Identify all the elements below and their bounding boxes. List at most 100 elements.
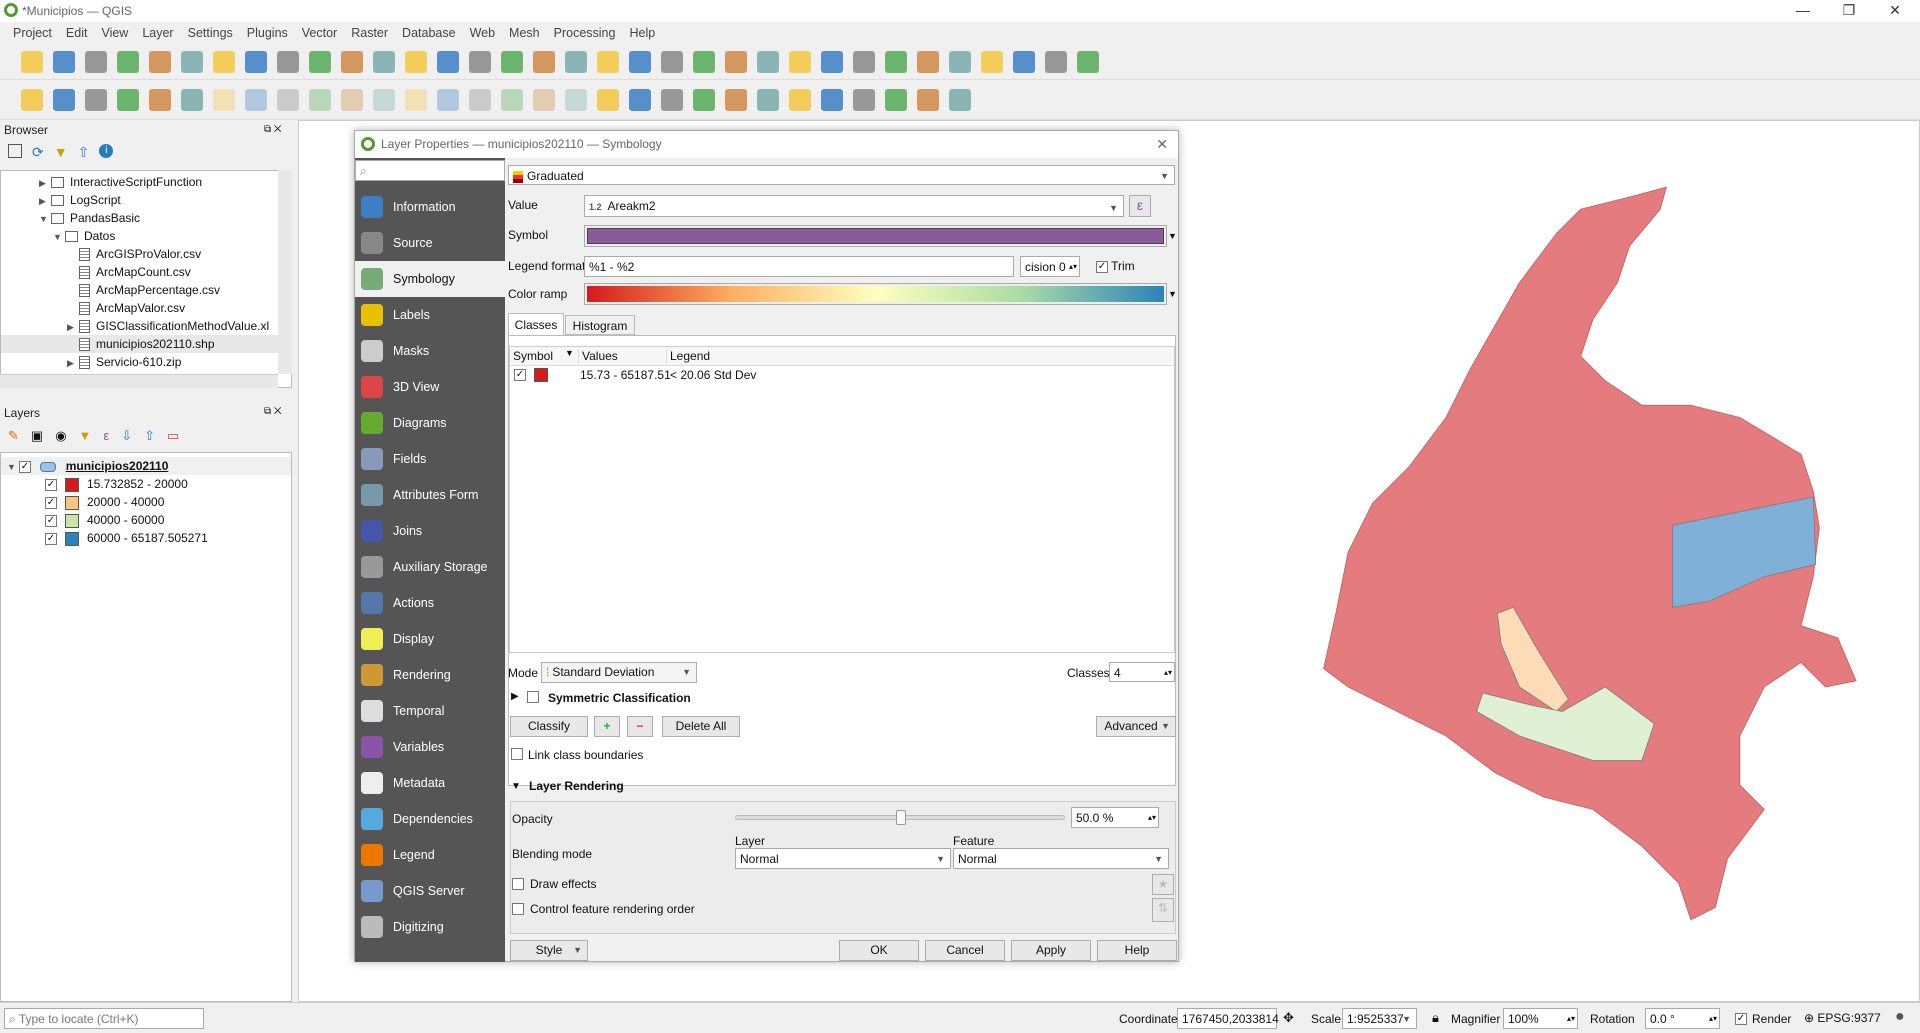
nav-variables[interactable]: Variables: [355, 729, 505, 765]
menu-web[interactable]: Web: [470, 26, 495, 40]
nav-actions[interactable]: Actions: [355, 585, 505, 621]
opacity-spinbox[interactable]: 50.0 % ▴▾: [1071, 807, 1159, 828]
panel-close-icon[interactable]: ⧉ ✕: [264, 124, 282, 135]
remove-layer-icon[interactable]: ▭: [167, 428, 179, 444]
class-visibility-checkbox[interactable]: ✓: [45, 496, 57, 509]
menu-layer[interactable]: Layer: [142, 26, 173, 40]
color-ramp-dropdown[interactable]: ▼: [1168, 283, 1177, 305]
zoom-next-icon[interactable]: [501, 50, 523, 73]
label-rotate-icon[interactable]: [789, 88, 811, 111]
precision-spinbox[interactable]: cision 0 ▴▾: [1020, 256, 1080, 277]
order-by-button[interactable]: ⇅: [1152, 898, 1174, 922]
layer-blend-select[interactable]: Normal ▼: [735, 848, 951, 869]
nav-legend[interactable]: Legend: [355, 837, 505, 873]
zoom-out-icon[interactable]: [309, 50, 331, 73]
renderer-select[interactable]: Graduated ▼: [508, 165, 1175, 185]
expand-all-icon[interactable]: ⇩: [121, 428, 132, 444]
zoom-full-icon[interactable]: [341, 50, 363, 73]
redo-icon[interactable]: [565, 88, 587, 111]
nav-metadata[interactable]: Metadata: [355, 765, 505, 801]
nav-symbology[interactable]: Symbology: [355, 261, 505, 297]
expand-arrow-icon[interactable]: ▼: [39, 210, 51, 228]
nav-digitizing[interactable]: Digitizing: [355, 909, 505, 945]
copy-icon[interactable]: [469, 88, 491, 111]
classify-button[interactable]: Classify: [510, 716, 588, 737]
zoom-to-layer-icon[interactable]: [405, 50, 427, 73]
show-bookmarks-icon[interactable]: [629, 50, 651, 73]
browser-item[interactable]: ▶ Servicio-610.zip: [1, 353, 279, 371]
python-icon[interactable]: [917, 88, 939, 111]
menu-help[interactable]: Help: [629, 26, 655, 40]
data-source-manager-icon[interactable]: [21, 88, 43, 111]
plugins-icon[interactable]: [1077, 50, 1099, 73]
expand-arrow-icon[interactable]: ▼: [53, 228, 65, 246]
maximize-button[interactable]: ❐: [1834, 2, 1864, 19]
opacity-slider-handle[interactable]: [896, 810, 906, 825]
label-tool-icon[interactable]: [597, 88, 619, 111]
select-location-icon[interactable]: [821, 50, 843, 73]
collapse-all-icon[interactable]: ⇧: [144, 428, 155, 444]
browser-item[interactable]: ArcGISProValor.csv: [1, 245, 279, 263]
add-class-button[interactable]: +: [594, 716, 620, 737]
label-move-icon[interactable]: [757, 88, 779, 111]
nav-temporal[interactable]: Temporal: [355, 693, 505, 729]
nav-joins[interactable]: Joins: [355, 513, 505, 549]
menu-project[interactable]: Project: [13, 26, 52, 40]
measure-icon[interactable]: [1013, 50, 1035, 73]
close-button[interactable]: ✕: [1880, 2, 1910, 19]
zoom-in-icon[interactable]: [277, 50, 299, 73]
cancel-button[interactable]: Cancel: [925, 940, 1005, 961]
render-checkbox[interactable]: ✓: [1735, 1013, 1747, 1025]
messages-icon[interactable]: ●: [1895, 1008, 1905, 1026]
layer-item[interactable]: ▼ ✓ municipios202110: [1, 457, 291, 475]
feature-blend-select[interactable]: Normal ▼: [953, 848, 1169, 869]
browser-item[interactable]: ▶ InteractiveScriptFunction: [1, 173, 279, 191]
new-virtual-icon[interactable]: [181, 88, 203, 111]
expand-arrow-icon[interactable]: ▶: [511, 691, 519, 702]
legend-class-item[interactable]: ✓ 60000 - 65187.505271: [45, 529, 208, 547]
menu-settings[interactable]: Settings: [188, 26, 233, 40]
browser-hscrollbar[interactable]: [0, 374, 278, 388]
color-ramp-button[interactable]: [584, 283, 1167, 305]
nav-diagrams[interactable]: Diagrams: [355, 405, 505, 441]
select-icon[interactable]: [725, 50, 747, 73]
link-boundaries-checkbox[interactable]: [511, 748, 523, 760]
menu-view[interactable]: View: [101, 26, 128, 40]
opacity-slider[interactable]: [735, 810, 1065, 825]
apply-button[interactable]: Apply: [1011, 940, 1091, 961]
nav-information[interactable]: Information: [355, 189, 505, 225]
col-legend[interactable]: Legend: [666, 349, 710, 363]
nav-dependencies[interactable]: Dependencies: [355, 801, 505, 837]
new-map-view-icon[interactable]: [533, 50, 555, 73]
label-change-icon[interactable]: [821, 88, 843, 111]
mouse-coord-icon[interactable]: ✥: [1283, 1010, 1294, 1026]
nav-masks[interactable]: Masks: [355, 333, 505, 369]
effects-button[interactable]: ★: [1152, 874, 1174, 895]
label-show-icon[interactable]: [725, 88, 747, 111]
save-project-icon[interactable]: [85, 50, 107, 73]
nav-qgis-server[interactable]: QGIS Server: [355, 873, 505, 909]
refresh-icon[interactable]: ⟳: [32, 144, 44, 161]
print-layout-icon[interactable]: [117, 50, 139, 73]
browser-item[interactable]: municipios202110.shp: [1, 335, 279, 353]
edit-pencil-icon[interactable]: [245, 88, 267, 111]
expression-filter-icon[interactable]: ε: [103, 428, 109, 444]
advanced-button[interactable]: Advanced ▼: [1096, 716, 1176, 737]
class-values[interactable]: 15.73 - 65187.51: [580, 368, 671, 382]
modify-attributes-icon[interactable]: [373, 88, 395, 111]
visibility-icon[interactable]: ◉: [55, 428, 66, 444]
zoom-last-icon[interactable]: [469, 50, 491, 73]
mode-select[interactable]: ⁞ Standard Deviation ▼: [541, 662, 697, 683]
diagram-icon[interactable]: [629, 88, 651, 111]
browser-item[interactable]: ▶ LogScript: [1, 191, 279, 209]
crs-button[interactable]: ⊕ EPSG:9377: [1804, 1011, 1881, 1025]
collapse-arrow-icon[interactable]: ▼: [511, 781, 521, 792]
field-calc-icon[interactable]: [917, 50, 939, 73]
info-icon[interactable]: i: [99, 144, 114, 158]
nav-auxiliary-storage[interactable]: Auxiliary Storage: [355, 549, 505, 585]
help-button[interactable]: Help: [1097, 940, 1177, 961]
style-icon[interactable]: ✎: [8, 428, 19, 444]
new-3d-view-icon[interactable]: [565, 50, 587, 73]
style-manager-icon[interactable]: [181, 50, 203, 73]
menu-processing[interactable]: Processing: [554, 26, 616, 40]
